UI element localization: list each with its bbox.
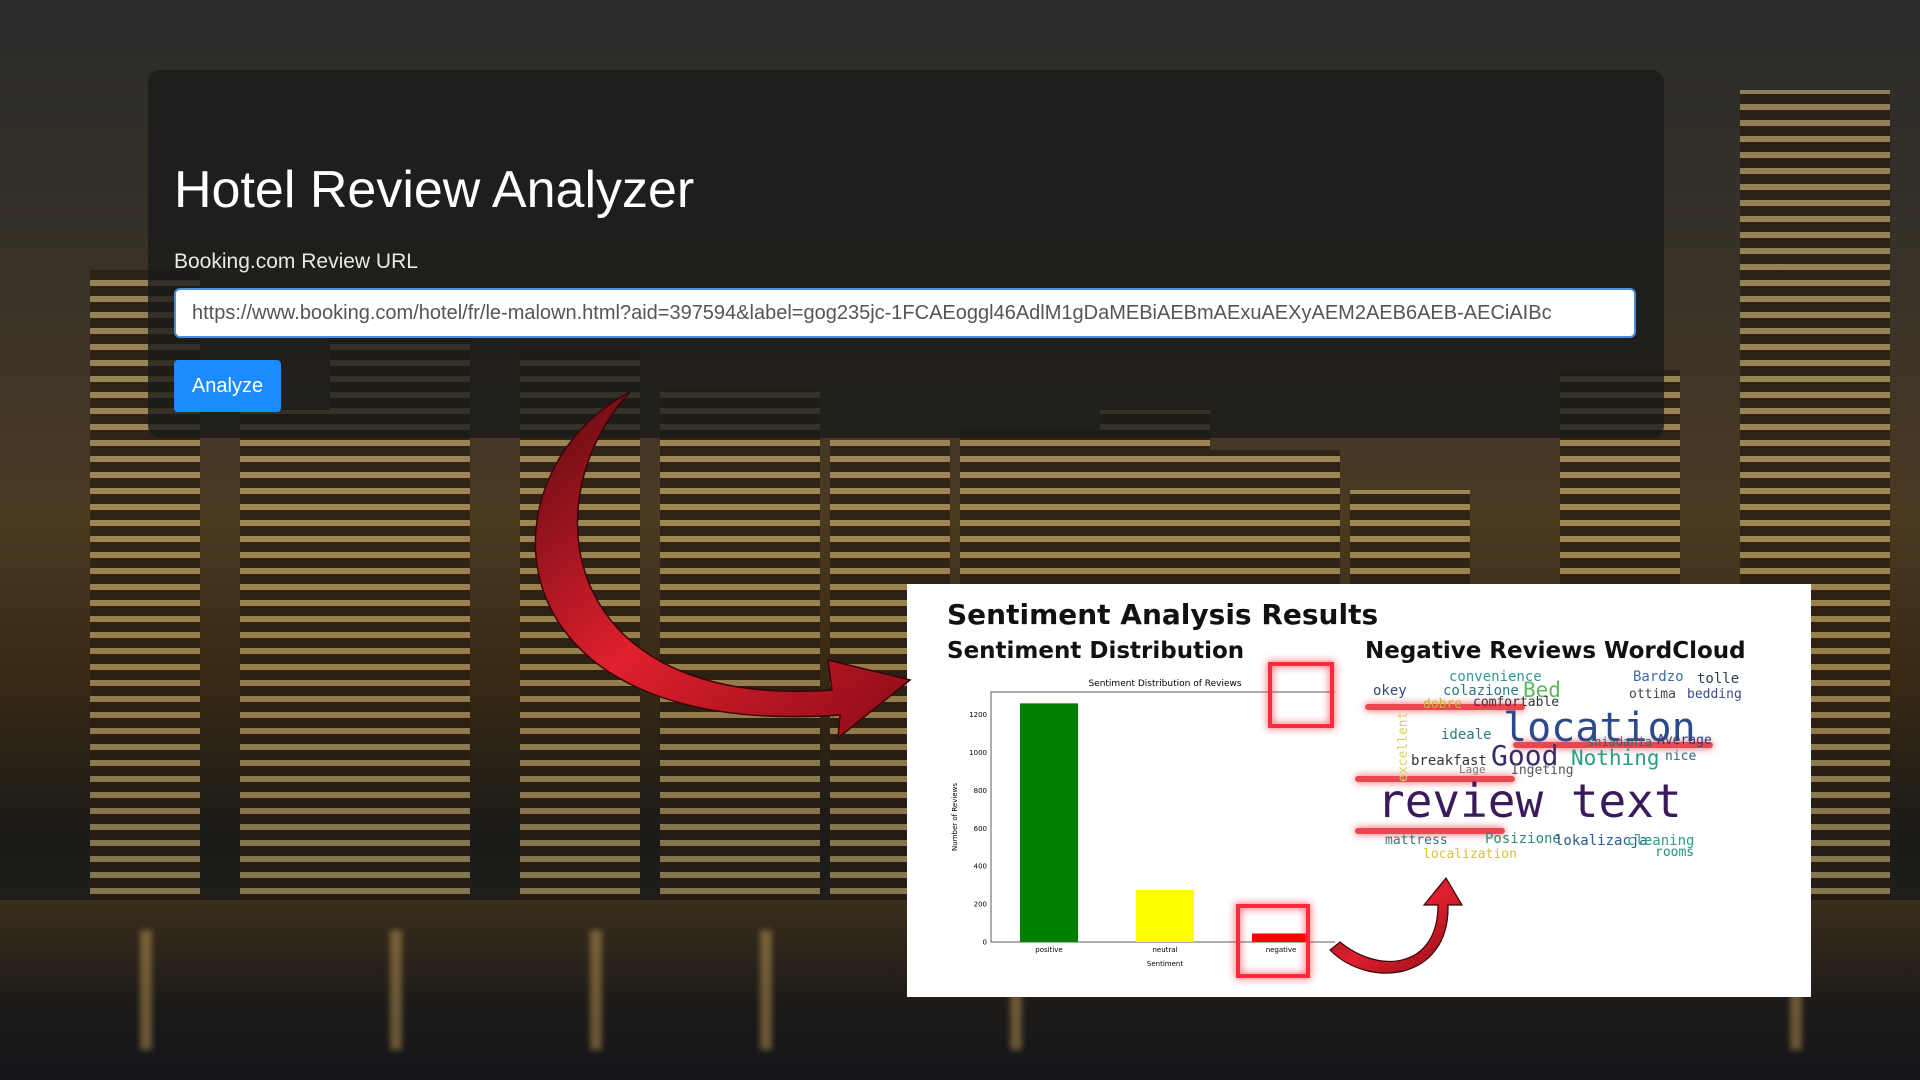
chart-x-axis-label: Sentiment: [1147, 960, 1183, 968]
bar-neutral: [1136, 889, 1194, 942]
analyze-button[interactable]: Analyze: [174, 360, 281, 412]
chart-y-axis-label: Number of Reviews: [951, 783, 959, 851]
wordcloud-word: excellent: [1396, 711, 1411, 782]
wordcloud-word: Nothing: [1571, 746, 1660, 770]
wordcloud-word: Average: [1657, 733, 1712, 748]
bar-negative: [1252, 933, 1310, 942]
wordcloud-word: nice: [1665, 749, 1697, 764]
y-tick-label: 1200: [969, 711, 987, 719]
negative-wordcloud: convenience Bardzo tolle okey colazione Bed ot…: [1355, 670, 1775, 880]
y-tick-label: 200: [974, 901, 987, 909]
wordcloud-word: bedding: [1687, 687, 1742, 702]
wordcloud-word: tolle: [1697, 671, 1740, 687]
wordcloud-word: ottima: [1629, 687, 1676, 702]
wordcloud-word: mattress: [1385, 833, 1448, 848]
y-tick-label: 400: [974, 863, 987, 871]
wordcloud-word: Posizione: [1485, 831, 1561, 847]
wordcloud-word: ideale: [1441, 727, 1492, 743]
results-title: Sentiment Analysis Results: [947, 598, 1379, 631]
chart-title: Sentiment Distribution of Reviews: [1088, 679, 1241, 689]
y-tick-label: 600: [974, 825, 987, 833]
x-tick-label: positive: [1035, 946, 1062, 954]
page-title: Hotel Review Analyzer: [174, 161, 695, 219]
results-panel: Sentiment Analysis Results Sentiment Dis…: [907, 584, 1811, 997]
x-tick-label: negative: [1266, 946, 1297, 954]
wordcloud-word: dobre: [1423, 697, 1463, 712]
y-tick-label: 1000: [969, 749, 987, 757]
sentiment-bar-chart: Sentiment Distribution of Reviews Number…: [951, 679, 1335, 968]
y-tick-label: 0: [983, 939, 987, 947]
x-tick-label: neutral: [1152, 946, 1177, 954]
bar-positive: [1020, 703, 1078, 942]
wordcloud-title: Negative Reviews WordCloud: [1365, 638, 1746, 664]
y-tick-label: 800: [974, 787, 987, 795]
wordcloud-word: rooms: [1655, 845, 1695, 860]
wordcloud-word: localization: [1423, 847, 1517, 862]
wordcloud-word: okey: [1373, 683, 1407, 699]
wordcloud-word: Bardzo: [1633, 669, 1684, 685]
wordcloud-word: review text: [1377, 774, 1682, 828]
url-field-label: Booking.com Review URL: [174, 250, 418, 273]
distribution-title: Sentiment Distribution: [947, 638, 1245, 664]
review-url-input[interactable]: [174, 288, 1636, 338]
